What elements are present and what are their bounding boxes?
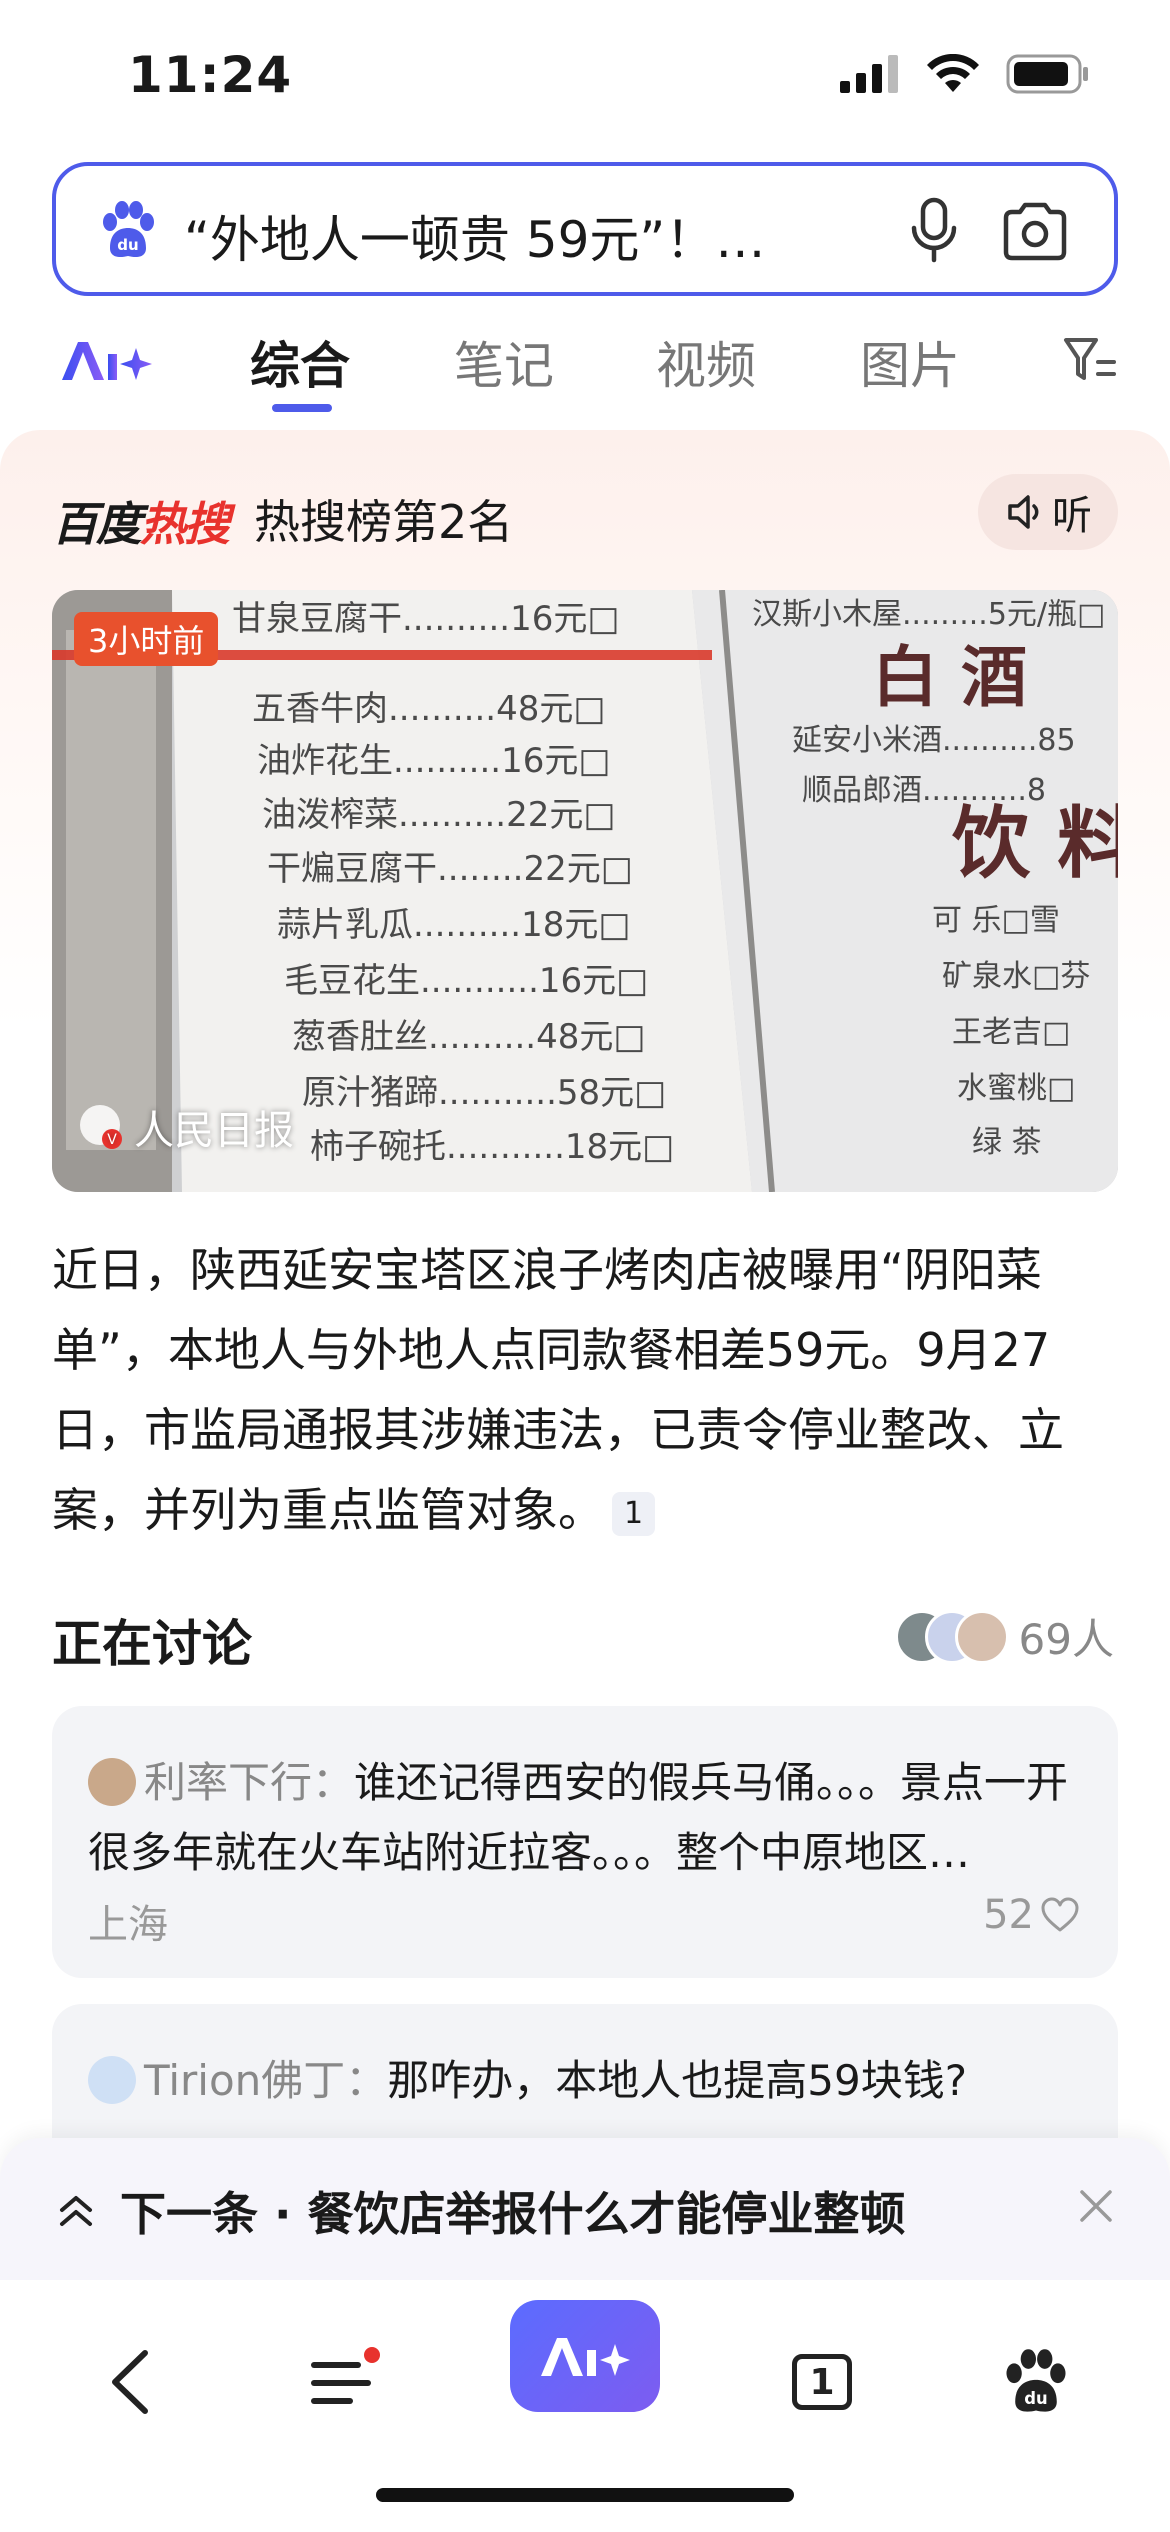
tab-notes[interactable]: 笔记 bbox=[454, 326, 554, 398]
hot-search-card: 百度热搜 热搜榜第2名 听 甘泉豆腐干..........16元□ 五香牛肉..… bbox=[0, 430, 1170, 1560]
discussion-count[interactable]: 69人 bbox=[894, 1606, 1114, 1667]
svg-text:原汁猪蹄...........58元□: 原汁猪蹄...........58元□ bbox=[302, 1073, 666, 1113]
signal-icon bbox=[840, 55, 898, 93]
avatar bbox=[954, 1609, 1009, 1664]
back-button[interactable] bbox=[70, 2322, 190, 2442]
svg-text:白 酒: 白 酒 bbox=[872, 638, 1027, 716]
tab-images[interactable]: 图片 bbox=[860, 326, 960, 398]
filter-icon[interactable] bbox=[1062, 334, 1118, 384]
baidu-paw-icon: du bbox=[1006, 2349, 1066, 2412]
next-item-banner[interactable]: 下一条 · 餐饮店举报什么才能停业整顿 bbox=[0, 2138, 1170, 2280]
speaker-icon bbox=[1008, 495, 1039, 529]
menu-icon bbox=[311, 2347, 380, 2404]
baidu-home-button[interactable]: du bbox=[976, 2322, 1096, 2442]
ai-sparkle-icon bbox=[62, 342, 152, 380]
search-bar[interactable]: du “外地人一顿贵 59元”！… bbox=[52, 162, 1118, 296]
svg-text:矿泉水□芬: 矿泉水□芬 bbox=[942, 959, 1090, 994]
baidu-paw-icon: du bbox=[103, 201, 154, 258]
svg-text:水蜜桃□: 水蜜桃□ bbox=[957, 1071, 1075, 1106]
next-item-text: 下一条 · 餐饮店举报什么才能停业整顿 bbox=[120, 2187, 906, 2241]
news-summary: 近日，陕西延安宝塔区浪子烤肉店被曝用“阴阳菜单”，本地人与外地人点同款餐相差59… bbox=[52, 1230, 1122, 1550]
avatar bbox=[88, 1757, 136, 1806]
microphone-icon[interactable] bbox=[904, 196, 964, 266]
ai-sparkle-icon bbox=[541, 2338, 630, 2376]
status-bar: 11:24 bbox=[0, 0, 1170, 150]
comment-body: 利率下行：谁还记得西安的假兵马俑。。。景点一开很多年就在火车站附近拉客。。。整个… bbox=[88, 1748, 1088, 1888]
search-input[interactable]: “外地人一顿贵 59元”！… bbox=[184, 200, 884, 272]
home-indicator bbox=[376, 2488, 794, 2502]
tabs-button[interactable]: 1 bbox=[762, 2322, 882, 2442]
svg-text:du: du bbox=[1024, 2389, 1047, 2408]
participant-avatars bbox=[894, 1609, 1009, 1664]
comment-card[interactable]: 利率下行：谁还记得西安的假兵马俑。。。景点一开很多年就在火车站附近拉客。。。整个… bbox=[52, 1706, 1118, 1978]
camera-icon[interactable] bbox=[1000, 200, 1070, 262]
tab-count-icon: 1 bbox=[792, 2354, 852, 2410]
svg-text:V: V bbox=[107, 1132, 117, 1148]
listen-button[interactable]: 听 bbox=[978, 474, 1118, 550]
active-tab-indicator bbox=[272, 404, 332, 412]
tab-videos[interactable]: 视频 bbox=[656, 326, 756, 398]
status-icons bbox=[840, 54, 1090, 94]
chevron-left-icon bbox=[112, 2350, 148, 2414]
brand-baidu: 百度 bbox=[52, 497, 142, 551]
svg-text:蒜片乳瓜..........18元□: 蒜片乳瓜..........18元□ bbox=[277, 905, 630, 945]
comment-like-button[interactable]: 52 bbox=[983, 1892, 1080, 1938]
hot-rank-text: 热搜榜第2名 bbox=[254, 495, 514, 549]
comment-text: 那咋办，本地人也提高59块钱? bbox=[387, 2056, 968, 2105]
tab-comprehensive[interactable]: 综合 bbox=[250, 326, 350, 398]
battery-icon bbox=[1006, 54, 1088, 94]
brand-hot: 热搜 bbox=[140, 497, 230, 551]
citation-badge[interactable]: 1 bbox=[612, 1491, 656, 1536]
tab-ai[interactable] bbox=[58, 334, 154, 392]
comment-body: Tirion佛丁：那咋办，本地人也提高59块钱? bbox=[88, 2046, 1088, 2116]
svg-text:毛豆花生...........16元□: 毛豆花生...........16元□ bbox=[284, 961, 648, 1001]
source-name: 人民日报 bbox=[134, 1108, 294, 1154]
wifi-icon bbox=[927, 54, 979, 92]
svg-text:饮 料: 饮 料 bbox=[952, 798, 1118, 889]
baidu-hot-logo: 百度热搜 bbox=[52, 488, 230, 554]
listen-label: 听 bbox=[1052, 493, 1092, 539]
source-badge: V 人民日报 bbox=[78, 1098, 294, 1156]
svg-text:油炸花生..........16元□: 油炸花生..........16元□ bbox=[257, 741, 610, 781]
summary-text: 近日，陕西延安宝塔区浪子烤肉店被曝用“阴阳菜单”，本地人与外地人点同款餐相差59… bbox=[52, 1243, 1064, 1537]
svg-text:油泼榨菜..........22元□: 油泼榨菜..........22元□ bbox=[262, 795, 615, 835]
news-image[interactable]: 甘泉豆腐干..........16元□ 五香牛肉..........48元□ 油… bbox=[52, 590, 1118, 1192]
svg-text:汉斯小木屋.........5元/瓶□: 汉斯小木屋.........5元/瓶□ bbox=[752, 597, 1105, 632]
status-time: 11:24 bbox=[128, 46, 293, 104]
verified-source-icon: V bbox=[80, 1105, 122, 1149]
double-chevron-up-icon bbox=[60, 2196, 92, 2226]
discussion-title: 正在讨论 bbox=[52, 1615, 252, 1673]
ai-assistant-button[interactable] bbox=[510, 2300, 660, 2412]
avatar bbox=[88, 2055, 136, 2104]
comment-username[interactable]: Tirion佛丁： bbox=[144, 2056, 387, 2105]
tab-count: 1 bbox=[809, 2361, 835, 2403]
svg-text:可 乐□雪: 可 乐□雪 bbox=[932, 903, 1060, 938]
heart-icon bbox=[1041, 1897, 1079, 1932]
svg-text:王老吉□: 王老吉□ bbox=[952, 1015, 1070, 1050]
comment-username[interactable]: 利率下行： bbox=[144, 1758, 354, 1807]
participant-count: 69人 bbox=[1018, 1615, 1114, 1664]
like-count: 52 bbox=[983, 1892, 1034, 1938]
time-badge: 3小时前 bbox=[74, 612, 219, 666]
svg-text:柿子碗托...........18元□: 柿子碗托...........18元□ bbox=[310, 1127, 674, 1167]
menu-button[interactable] bbox=[286, 2322, 406, 2442]
svg-text:五香牛肉..........48元□: 五香牛肉..........48元□ bbox=[252, 689, 605, 729]
svg-text:绿 茶: 绿 茶 bbox=[972, 1125, 1042, 1160]
svg-text:延安小米酒..........85: 延安小米酒..........85 bbox=[792, 723, 1076, 758]
svg-text:du: du bbox=[117, 236, 138, 254]
comment-location: 上海 bbox=[88, 1902, 168, 1948]
svg-text:甘泉豆腐干..........16元□: 甘泉豆腐干..........16元□ bbox=[232, 599, 619, 639]
search-tabs: 综合 笔记 视频 图片 bbox=[0, 320, 1170, 420]
svg-text:干煸豆腐干........22元□: 干煸豆腐干........22元□ bbox=[267, 849, 633, 889]
svg-text:葱香肚丝..........48元□: 葱香肚丝..........48元□ bbox=[292, 1017, 645, 1057]
close-icon[interactable] bbox=[1076, 2186, 1116, 2226]
